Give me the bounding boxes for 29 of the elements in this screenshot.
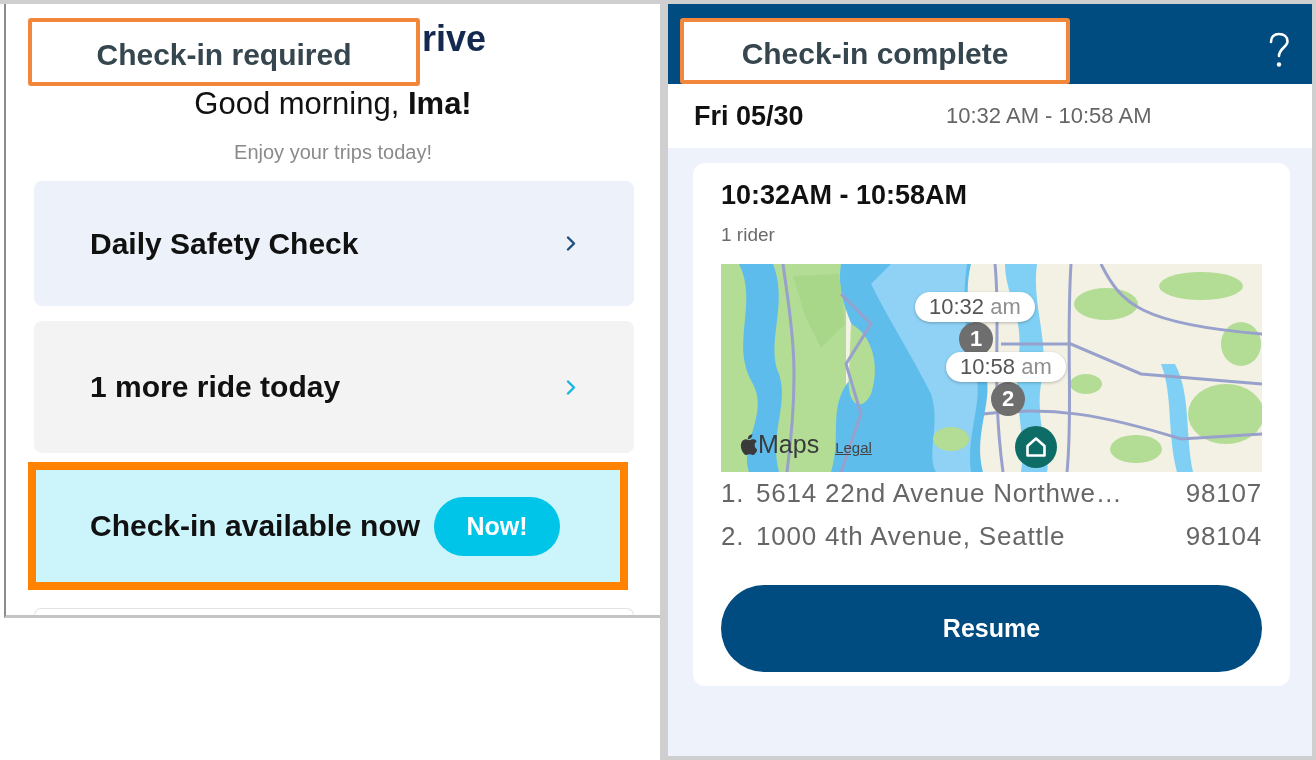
address-text: 1000 4th Avenue, Seattle	[756, 521, 1066, 552]
map-attribution: Maps	[758, 430, 820, 458]
greeting-text: Good morning, Ima!	[193, 86, 473, 122]
subtitle-text: Enjoy your trips today!	[233, 140, 433, 164]
list-card[interactable]: 1 more ride today	[34, 321, 634, 453]
trip-time-title: 10:32AM - 10:58AM	[721, 179, 968, 212]
time-label: 10:58 am	[946, 352, 1066, 382]
help-icon[interactable]	[1268, 32, 1290, 68]
address-text: 5614 22nd Avenue Northwe…	[756, 478, 1123, 509]
list-number: 2.	[721, 521, 745, 552]
now-badge: Now!	[434, 496, 561, 556]
rider-count: 1 rider	[721, 223, 775, 247]
resume-button[interactable]: Resume	[721, 585, 1262, 672]
logo-text: rive	[422, 21, 487, 57]
list-card[interactable]: Daily Safety Check	[34, 181, 634, 306]
home-marker-icon[interactable]	[1015, 426, 1057, 468]
apple-icon	[739, 433, 757, 455]
annotation-label: Check-in complete	[680, 18, 1070, 84]
chevron-right-icon	[566, 236, 576, 251]
list-card[interactable]: Check-in available now Now!	[28, 462, 628, 590]
zip-code: 98104	[1185, 521, 1262, 552]
annotation-label: Check-in required	[28, 18, 420, 86]
legal-link[interactable]: Legal	[835, 439, 872, 457]
zip-code: 98107	[1185, 478, 1262, 509]
time-range-text: 10:32 AM - 10:58 AM	[946, 103, 1152, 129]
list-number: 1.	[721, 478, 745, 509]
chevron-right-icon	[566, 379, 576, 395]
time-label: 10:32 am	[915, 292, 1035, 322]
date-text: Fri 05/30	[694, 100, 804, 132]
